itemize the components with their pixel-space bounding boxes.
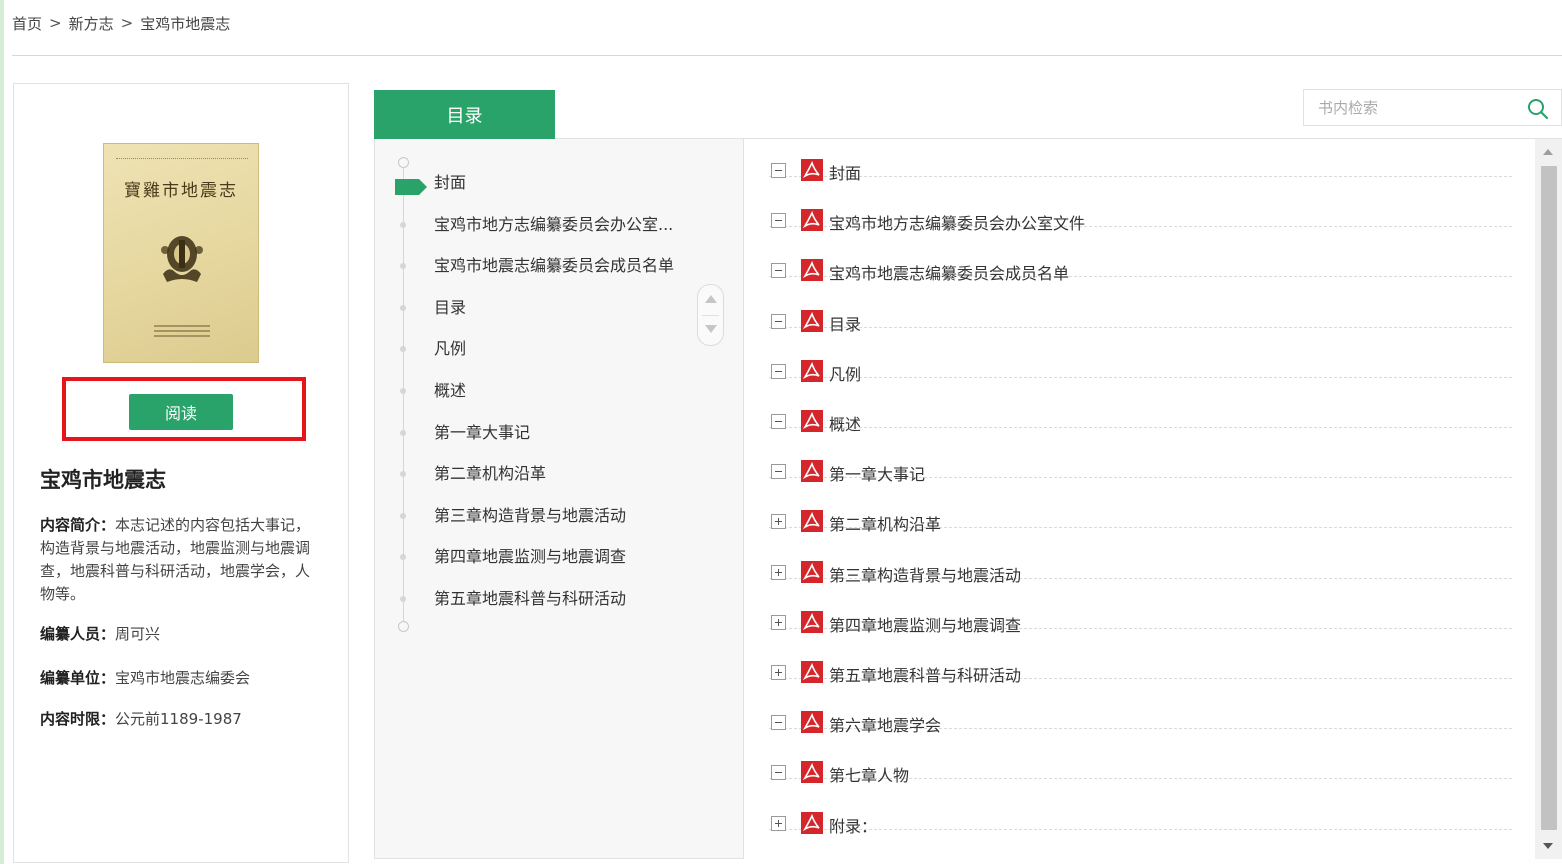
active-marker-icon [395,179,427,195]
expand-plus-icon[interactable] [771,665,786,680]
toc-item[interactable]: 概述 [434,380,466,402]
collapse-minus-icon[interactable] [771,464,786,480]
toc-item[interactable]: 凡例 [434,338,466,360]
toc-bullet [400,513,406,519]
chapter-tree-row[interactable]: 第六章地震学会 [769,679,1512,735]
chapter-tree-row[interactable]: 第一章大事记 [769,428,1512,484]
toc-scroll-control [697,284,724,346]
in-book-search [1303,89,1562,126]
cover-publisher-text [154,322,210,340]
collapse-minus-icon[interactable] [771,213,786,229]
collapse-minus-icon[interactable] [771,414,786,429]
toc-item[interactable]: 宝鸡市地震志编纂委员会成员名单 [434,255,674,277]
toc-item[interactable]: 目录 [434,297,466,319]
collapse-minus-icon[interactable] [771,765,786,781]
toc-bullet [400,430,406,436]
toc-bullet [400,471,406,477]
toc-bullet [400,596,406,602]
scroll-up-arrow-icon[interactable] [1543,149,1553,155]
book-period: 内容时限：公元前1189-1987 [40,708,324,731]
expand-plus-icon[interactable] [771,564,786,580]
breadcrumb-separator: > [49,14,62,32]
breadcrumb-divider [12,55,1562,56]
search-icon[interactable] [1526,97,1550,121]
cover-title: 寶雞市地震志 [124,181,238,201]
toc-item[interactable]: 第五章地震科普与科研活动 [434,588,626,610]
collapse-minus-icon[interactable] [771,313,786,329]
expand-plus-icon[interactable] [771,514,786,530]
chapter-tree-row[interactable]: 第二章机构沿革 [769,478,1512,534]
pdf-icon [801,811,823,834]
toc-timeline: 封面宝鸡市地方志编纂委员会办公室... 宝鸡市地震志编纂委员会成员名单 目录凡例概述… [374,139,743,859]
toc-bullet [400,554,406,560]
summary-label: 内容简介： [40,516,116,534]
search-input[interactable] [1304,90,1519,125]
chapter-tree-row[interactable]: 第四章地震监测与地震调查 [769,579,1512,635]
scroll-down-arrow-icon[interactable] [1543,843,1553,849]
collapse-minus-icon[interactable] [771,715,786,731]
read-button[interactable]: 阅读 [129,394,233,430]
chapter-tree-scrollbar[interactable] [1535,139,1562,859]
book-editor: 编纂人员：周可兴 [40,623,324,646]
toc-bullet [400,305,406,311]
toc-item[interactable]: 宝鸡市地方志编纂委员会办公室... [434,214,673,236]
breadcrumb: 首页 > 新方志 > 宝鸡市地震志 [12,12,230,34]
toc-scroll-down-icon[interactable] [705,325,717,333]
expand-plus-icon[interactable] [771,614,786,630]
toc-bullet [400,388,406,394]
chapter-tree: 封面 宝鸡市地方志编纂委员会办公室文件 宝鸡市地震志编纂委员会成员名单 目录 凡例 概述第… [743,139,1535,859]
breadcrumb-new-gazetteer[interactable]: 新方志 [69,13,114,34]
toc-item[interactable]: 第四章地震监测与地震调查 [434,546,626,568]
tab-toc[interactable]: 目录 [374,90,555,139]
toc-item[interactable]: 第一章大事记 [434,422,530,444]
chapter-tree-row[interactable]: 第七章人物 [769,729,1512,785]
breadcrumb-home[interactable]: 首页 [12,13,42,34]
breadcrumb-current: 宝鸡市地震志 [140,14,231,33]
chapter-tree-row[interactable]: 凡例 [769,328,1512,384]
book-title: 宝鸡市地震志 [40,468,166,492]
chapter-tree-row[interactable]: 宝鸡市地震志编纂委员会成员名单 [769,227,1512,283]
breadcrumb-separator: > [120,14,134,32]
editor-label: 编纂人员： [40,625,116,643]
toc-bullet [400,263,406,269]
chapter-tree-row[interactable]: 第五章地震科普与科研活动 [769,629,1512,685]
collapse-minus-icon[interactable] [771,263,786,279]
editor-value: 周可兴 [115,625,161,643]
toc-bullet [400,346,406,352]
chapter-tree-row[interactable]: 封面 [769,127,1512,183]
collapse-minus-icon[interactable] [771,363,786,379]
toc-item[interactable]: 封面 [434,172,466,194]
book-unit: 编纂单位：宝鸡市地震志编委会 [40,667,324,690]
period-value: 公元前1189-1987 [115,710,242,728]
book-summary: 内容简介：本志记述的内容包括大事记，构造背景与地震活动，地震监测与地震调查，地震… [40,514,324,606]
toc-scroll-up-icon[interactable] [705,295,717,303]
chapter-tree-row[interactable]: 宝鸡市地方志编纂委员会办公室文件 [769,177,1512,233]
toc-item[interactable]: 第二章机构沿革 [434,463,546,485]
toc-timeline-end [398,621,409,632]
chapter-tree-row[interactable]: 第三章构造背景与地震活动 [769,529,1512,585]
chapter-tree-row[interactable]: 目录 [769,278,1512,334]
toc-bullet [400,222,406,228]
book-info-panel: 寶雞市地震志 阅读 宝鸡市地震志 内容简介：本志记述的内容包括大事记，构造背景与… [13,83,349,863]
toc-timeline-start [398,157,409,168]
chapter-tree-row[interactable]: 概述 [769,378,1512,434]
toc-scroll-divider [702,315,719,316]
collapse-minus-icon[interactable] [771,163,786,178]
chapter-label[interactable]: 附录： [829,813,877,837]
unit-label: 编纂单位： [40,669,116,687]
cover-decoration [116,158,248,160]
unit-value: 宝鸡市地震志编委会 [115,669,251,687]
book-cover-image[interactable]: 寶雞市地震志 [103,143,259,363]
period-label: 内容时限： [40,710,116,728]
scrollbar-thumb[interactable] [1541,166,1557,830]
toc-item[interactable]: 第三章构造背景与地震活动 [434,505,626,527]
left-edge-stripe [0,0,4,864]
expand-plus-icon[interactable] [771,815,786,831]
chapter-tree-row[interactable]: 附录： [769,780,1512,836]
cover-emblem-icon [161,236,203,282]
